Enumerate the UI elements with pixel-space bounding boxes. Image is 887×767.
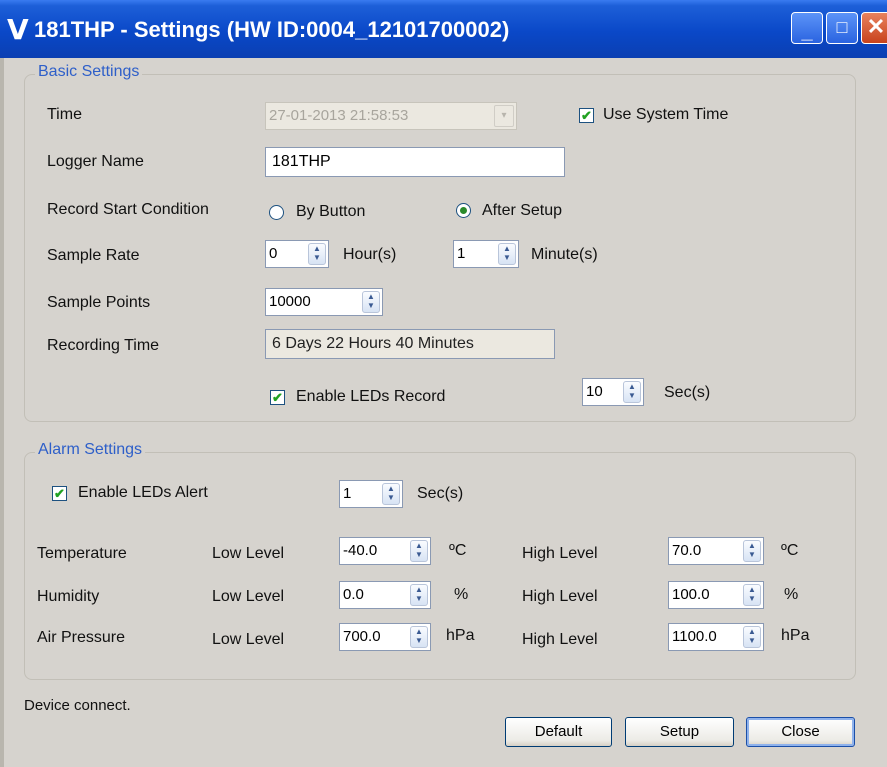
high-level-label: High Level [522,588,598,605]
after-setup-radio[interactable] [456,203,471,218]
air-pressure-low-stepper[interactable]: 700.0 ▲ ▼ [339,623,431,651]
enable-leds-alert-label: Enable LEDs Alert [78,484,208,501]
basic-settings-title: Basic Settings [35,63,143,81]
use-system-time-checkbox[interactable]: ✔ [579,108,594,123]
minutes-value: 1 [457,245,466,262]
close-button[interactable]: Close [746,717,855,747]
air-pressure-high-stepper[interactable]: 1100.0 ▲ ▼ [668,623,764,651]
temperature-low-value: -40.0 [343,542,378,559]
default-button[interactable]: Default [505,717,612,747]
maximize-button[interactable]: □ [826,12,858,44]
minutes-unit-label: Minute(s) [531,246,598,263]
temperature-high-stepper[interactable]: 70.0 ▲ ▼ [668,537,764,565]
leds-record-stepper[interactable]: 10 ▲ ▼ [582,378,644,406]
spin-arrows-icon[interactable]: ▲ ▼ [308,243,326,265]
minutes-stepper[interactable]: 1 ▲ ▼ [453,240,519,268]
spin-arrows-icon[interactable]: ▲ ▼ [743,584,761,606]
logger-name-label: Logger Name [47,153,144,170]
humidity-label: Humidity [37,588,100,605]
by-button-label: By Button [296,203,366,220]
spin-arrows-icon[interactable]: ▲ ▼ [743,626,761,648]
air-pressure-high-value: 1100.0 [672,628,717,645]
air-pressure-label: Air Pressure [37,629,126,646]
window-left-border [0,58,4,767]
close-icon: ✕ [866,14,886,39]
alarm-settings-title: Alarm Settings [35,441,146,459]
hours-value: 0 [269,245,278,262]
setup-button[interactable]: Setup [625,717,734,747]
low-level-label: Low Level [212,545,285,562]
app-logo-icon: V [7,13,29,46]
recording-time-value: 6 Days 22 Hours 40 Minutes [265,329,555,359]
status-text: Device connect. [24,697,131,714]
minimize-icon: _ [801,21,813,43]
air-pressure-low-value: 700.0 [343,628,381,645]
spin-arrows-icon[interactable]: ▲ ▼ [362,291,380,313]
humidity-low-unit: % [454,586,469,603]
temperature-high-unit: ºC [781,542,799,559]
chevron-down-icon: ▾ [494,105,514,127]
humidity-high-value: 100.0 [672,586,710,603]
low-level-label: Low Level [212,631,285,648]
spin-arrows-icon[interactable]: ▲ ▼ [410,584,428,606]
close-window-button[interactable]: ✕ [861,12,887,44]
temperature-low-unit: ºC [449,542,467,559]
spin-arrows-icon[interactable]: ▲ ▼ [382,483,400,505]
high-level-label: High Level [522,545,598,562]
spin-arrows-icon[interactable]: ▲ ▼ [623,381,641,403]
enable-leds-record-checkbox[interactable]: ✔ [270,390,285,405]
time-label: Time [47,106,82,123]
sample-points-label: Sample Points [47,294,151,311]
temperature-label: Temperature [37,545,127,562]
after-setup-label: After Setup [482,202,563,219]
enable-leds-record-label: Enable LEDs Record [296,388,446,405]
time-dropdown: 27-01-2013 21:58:53 ▾ [265,102,517,130]
leds-record-value: 10 [586,383,603,400]
maximize-icon: □ [836,17,848,37]
time-value: 27-01-2013 21:58:53 [269,107,409,124]
title-bar[interactable]: V 181THP - Settings (HW ID:0004_12101700… [0,0,887,58]
leds-record-unit-label: Sec(s) [664,384,711,401]
air-pressure-high-unit: hPa [781,627,810,644]
temperature-low-stepper[interactable]: -40.0 ▲ ▼ [339,537,431,565]
recording-time-label: Recording Time [47,337,160,354]
hours-unit-label: Hour(s) [343,246,397,263]
sample-points-value: 10000 [269,293,311,310]
leds-alert-stepper[interactable]: 1 ▲ ▼ [339,480,403,508]
spin-arrows-icon[interactable]: ▲ ▼ [410,540,428,562]
sample-rate-label: Sample Rate [47,247,140,264]
enable-leds-alert-checkbox[interactable]: ✔ [52,486,67,501]
humidity-low-stepper[interactable]: 0.0 ▲ ▼ [339,581,431,609]
by-button-radio[interactable] [269,205,284,220]
sample-points-stepper[interactable]: 10000 ▲ ▼ [265,288,383,316]
leds-alert-value: 1 [343,485,352,502]
high-level-label: High Level [522,631,598,648]
use-system-time-label: Use System Time [603,106,729,123]
temperature-high-value: 70.0 [672,542,702,559]
minimize-button[interactable]: _ [791,12,823,44]
leds-alert-unit-label: Sec(s) [417,485,464,502]
low-level-label: Low Level [212,588,285,605]
humidity-high-stepper[interactable]: 100.0 ▲ ▼ [668,581,764,609]
settings-window: V 181THP - Settings (HW ID:0004_12101700… [0,0,887,767]
spin-arrows-icon[interactable]: ▲ ▼ [743,540,761,562]
window-title: 181THP - Settings (HW ID:0004_1210170000… [34,17,510,42]
hours-stepper[interactable]: 0 ▲ ▼ [265,240,329,268]
spin-arrows-icon[interactable]: ▲ ▼ [410,626,428,648]
humidity-low-value: 0.0 [343,586,364,603]
record-start-label: Record Start Condition [47,201,209,218]
radio-selected-dot [460,207,467,214]
humidity-high-unit: % [784,586,799,603]
spin-arrows-icon[interactable]: ▲ ▼ [498,243,516,265]
air-pressure-low-unit: hPa [446,627,475,644]
logger-name-input[interactable]: 181THP [265,147,565,177]
